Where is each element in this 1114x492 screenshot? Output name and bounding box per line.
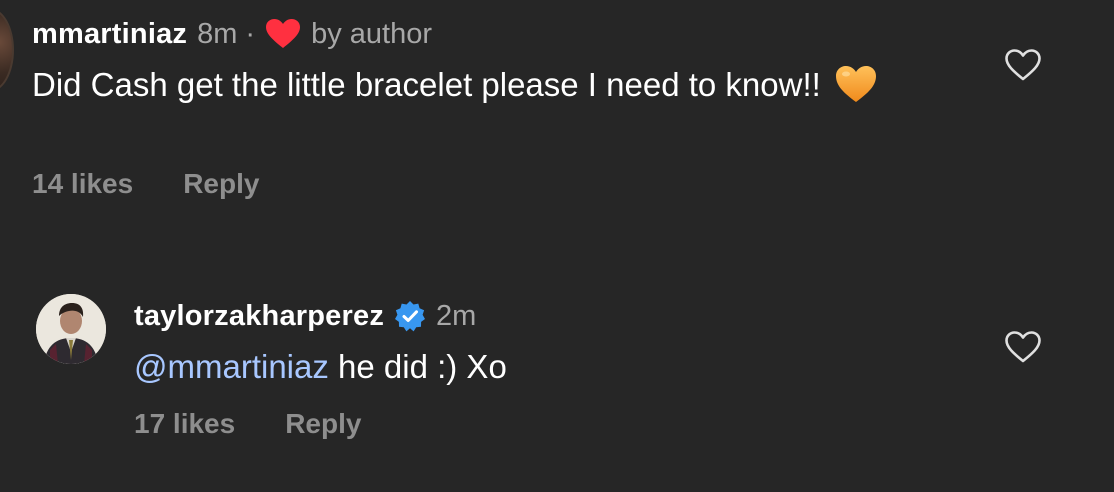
comment-timestamp: 2m	[436, 299, 477, 332]
comments-thread: mmartiniaz 8m · by author Did Cash get t…	[0, 0, 1114, 492]
likes-count[interactable]: 17 likes	[134, 408, 235, 440]
comment-header: taylorzakharperez 2m	[134, 296, 476, 336]
red-heart-icon	[265, 18, 301, 50]
comment-body: Did Cash get the little bracelet please …	[32, 66, 821, 103]
mention-link[interactable]: @mmartiniaz	[134, 348, 329, 385]
comment-actions: 17 likes Reply	[134, 408, 361, 440]
orange-heart-icon	[834, 64, 878, 104]
avatar[interactable]	[0, 8, 14, 92]
verified-badge-icon	[394, 300, 426, 332]
comment-text: Did Cash get the little bracelet please …	[32, 64, 892, 106]
author-badge: by author	[311, 17, 432, 50]
separator-dot: ·	[245, 17, 256, 50]
comment-item: mmartiniaz 8m · by author Did Cash get t…	[0, 0, 1114, 230]
comment-timestamp: 8m	[197, 17, 238, 50]
comment-text: @mmartiniaz he did :) Xo	[134, 346, 994, 388]
comment-username[interactable]: taylorzakharperez	[134, 300, 384, 333]
likes-count[interactable]: 14 likes	[32, 168, 133, 200]
heart-outline-icon[interactable]	[1004, 330, 1042, 364]
comment-username[interactable]: mmartiniaz	[32, 18, 187, 51]
heart-outline-icon[interactable]	[1004, 48, 1042, 82]
comment-header: mmartiniaz 8m · by author	[32, 14, 432, 54]
comment-actions: 14 likes Reply	[32, 168, 259, 200]
comment-item: taylorzakharperez 2m @mmartiniaz he did …	[0, 280, 1114, 480]
avatar[interactable]	[36, 294, 106, 364]
reply-button[interactable]: Reply	[285, 408, 361, 440]
reply-button[interactable]: Reply	[183, 168, 259, 200]
comment-body: he did :) Xo	[328, 348, 507, 385]
